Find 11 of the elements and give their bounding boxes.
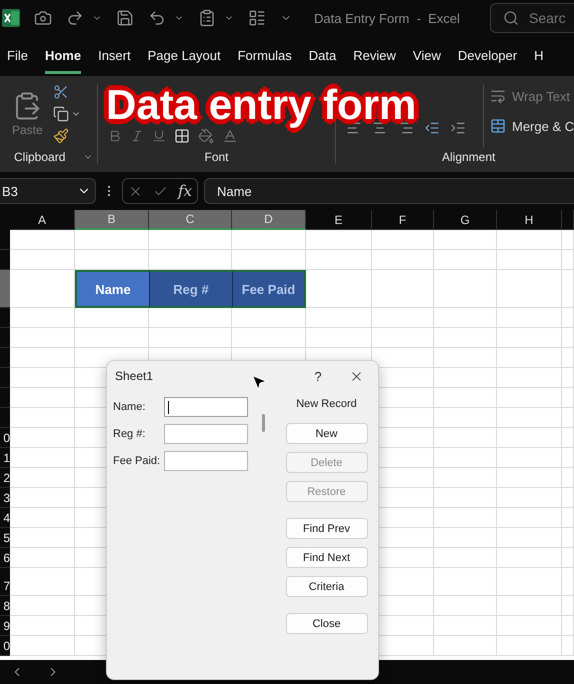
field-label: Name: <box>113 401 146 413</box>
paste-label: Paste <box>12 123 43 137</box>
group-label: Clipboard <box>14 150 66 164</box>
field-label: Fee Paid: <box>113 455 162 467</box>
field-label: Reg #: <box>113 428 146 440</box>
group-label: Alignment <box>442 150 496 164</box>
group-label: Font <box>203 150 230 164</box>
caption-overlay: Data entry form <box>106 84 416 126</box>
dialog-title: Sheet1 <box>115 369 154 383</box>
record-status: New Record <box>296 398 357 410</box>
window-title: Data Entry Form - Excel <box>314 10 460 26</box>
